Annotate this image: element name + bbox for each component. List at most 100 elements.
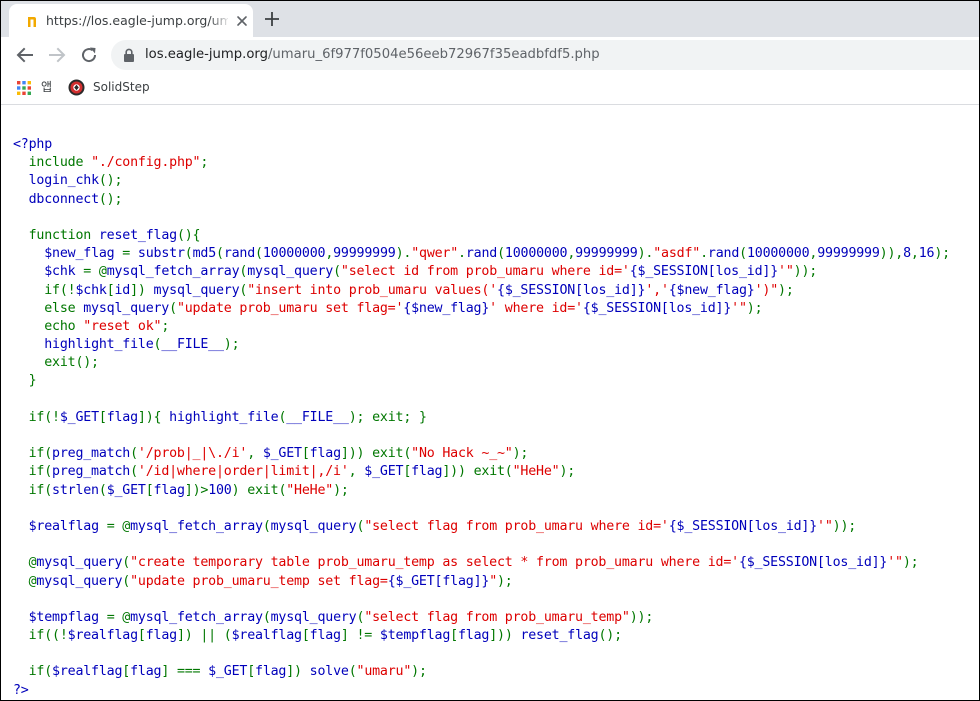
code-token: , — [567, 246, 576, 262]
code-token: mysql_fetch_array — [130, 609, 263, 625]
code-token: "insert into prob_umaru values(' — [247, 282, 498, 298]
code-token: ')" — [754, 282, 779, 298]
code-token: {$_SESSION[los_id]} — [582, 300, 732, 316]
code-line: $realflag = @mysql_fetch_array(mysql_que… — [13, 518, 950, 536]
code-token: ]){ — [137, 409, 170, 425]
code-token: mysql_fetch_array — [106, 264, 240, 280]
code-token: $tempflag — [28, 609, 107, 625]
php-source-code: <?php include "./config.php"; login_chk(… — [13, 136, 950, 700]
code-token: if( — [13, 664, 53, 680]
code-line: function reset_flag(){ — [13, 227, 950, 245]
address-bar[interactable]: los.eagle-jump.org/umaru_6f977f0504e56ee… — [111, 40, 979, 70]
code-token: flag — [145, 628, 177, 644]
forward-arrow-icon[interactable] — [47, 45, 67, 65]
code-token: preg_match — [52, 446, 131, 462]
code-token: $new_flag — [44, 246, 123, 262]
back-arrow-icon[interactable] — [15, 45, 35, 65]
code-token: "update prob_umaru set flag=' — [176, 300, 404, 316]
code-line: @mysql_query("create temporary table pro… — [13, 554, 950, 572]
code-token: rand — [465, 246, 498, 262]
code-token: [ — [145, 482, 154, 498]
code-token: ( — [262, 518, 271, 534]
code-token: ); — [559, 464, 576, 480]
code-token: 10000000 — [504, 246, 568, 262]
code-token: dbconnect — [28, 191, 99, 207]
code-token: {$_GET[flag]} — [387, 573, 490, 589]
code-token: mysql_query — [36, 555, 123, 571]
code-token: ; — [200, 155, 209, 171]
code-token: . — [700, 246, 708, 262]
code-token: {$new_flag} — [403, 300, 490, 316]
code-token: "HeHe" — [286, 482, 334, 498]
code-token: ); — [778, 282, 794, 298]
code-token: ( — [333, 264, 341, 280]
tab-title: https://los.eagle-jump.org/umaru_6f977f0… — [46, 13, 228, 28]
code-token: highlight_file — [44, 337, 154, 353]
code-token: [ — [247, 664, 256, 680]
code-token: ). — [395, 246, 412, 262]
code-token: ',' — [645, 282, 669, 298]
code-token: ?> — [13, 682, 29, 698]
code-token: ]) — [130, 282, 154, 298]
url-text[interactable]: los.eagle-jump.org/umaru_6f977f0504e56ee… — [145, 46, 600, 64]
bookmark-apps-label[interactable]: 앱 — [41, 78, 52, 96]
code-token: $realflag — [52, 664, 123, 680]
code-token: 99999999 — [817, 246, 880, 262]
code-token: if( — [13, 446, 53, 462]
code-line: @mysql_query("update prob_umaru_temp set… — [13, 573, 950, 591]
code-token: } — [13, 373, 37, 389]
solidstep-icon[interactable] — [68, 79, 85, 96]
code-token: @ — [13, 555, 37, 571]
browser-window: https://los.eagle-jump.org/umaru_6f977f0… — [0, 0, 980, 701]
close-icon[interactable] — [234, 13, 250, 29]
code-token: highlight_file — [169, 409, 279, 425]
code-token: {$new_flag} — [668, 282, 755, 298]
code-line: if(preg_match('/id|where|order|limit|,/i… — [13, 463, 950, 481]
code-token: [ — [403, 464, 412, 480]
code-token: [ — [450, 628, 458, 644]
code-token: $_GET — [262, 446, 302, 462]
code-token: "qwer" — [411, 246, 459, 262]
code-token: (){ — [176, 227, 201, 243]
code-token: function — [13, 227, 99, 243]
reload-icon[interactable] — [79, 45, 99, 65]
apps-grid-icon[interactable] — [17, 81, 31, 95]
code-token: "asdf" — [653, 246, 701, 262]
code-token: ); exit; } — [348, 409, 427, 425]
code-token: ( — [255, 246, 263, 262]
code-line: if(!$_GET[flag]){ highlight_file(__FILE_… — [13, 409, 950, 427]
code-token: ); — [333, 482, 349, 498]
code-token: $realflag — [28, 518, 107, 534]
code-token: '" — [817, 518, 833, 534]
code-line: if($realflag[flag] === $_GET[flag]) solv… — [13, 663, 950, 681]
code-line: } — [13, 372, 950, 390]
code-token: "select flag from prob_umaru where id=' — [364, 518, 669, 534]
code-token: 10000000 — [746, 246, 810, 262]
code-token: 99999999 — [575, 246, 638, 262]
lock-icon[interactable] — [123, 48, 135, 62]
code-token: ] === — [161, 664, 209, 680]
code-token: 99999999 — [333, 246, 396, 262]
code-token: if( — [13, 464, 53, 480]
bookmark-solidstep-label[interactable]: SolidStep — [93, 78, 150, 96]
code-token: $chk — [44, 264, 84, 280]
new-tab-plus-icon[interactable] — [263, 10, 281, 28]
browser-tab[interactable]: https://los.eagle-jump.org/umaru_6f977f0… — [9, 4, 253, 37]
code-token: "select id from prob_umaru where id=' — [340, 264, 630, 280]
code-token: else — [13, 300, 84, 316]
code-line: dbconnect(); — [13, 191, 950, 209]
code-token: [ — [137, 628, 146, 644]
code-token: "umaru" — [356, 664, 412, 680]
code-line: include "./config.php"; — [13, 154, 950, 172]
code-token: '/prob|_|\./i' — [137, 446, 248, 462]
code-token: @ — [13, 573, 37, 589]
code-token: , — [348, 464, 365, 480]
code-token: [ — [98, 409, 107, 425]
code-token: ( — [739, 246, 747, 262]
code-token: )); — [793, 264, 818, 280]
